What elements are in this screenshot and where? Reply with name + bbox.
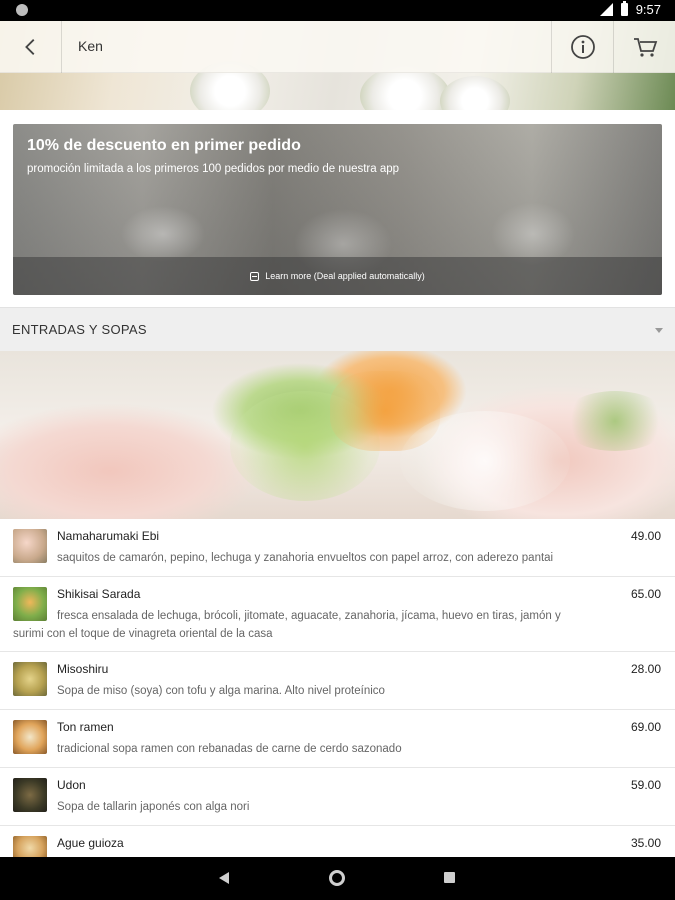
info-button[interactable] bbox=[551, 21, 613, 73]
list-item[interactable]: Udon 59.00 Sopa de tallarin japonés con … bbox=[0, 768, 675, 826]
section-image bbox=[0, 351, 675, 519]
list-item[interactable]: Shikisai Sarada 65.00 fresca ensalada de… bbox=[0, 577, 675, 652]
status-bar: 9:57 bbox=[0, 0, 675, 21]
section-header[interactable]: ENTRADAS Y SOPAS bbox=[0, 307, 675, 351]
promo-title: 10% de descuento en primer pedido bbox=[27, 137, 301, 154]
item-name: Shikisai Sarada bbox=[57, 587, 141, 601]
item-thumbnail bbox=[13, 529, 47, 563]
item-name: Ton ramen bbox=[57, 720, 114, 734]
menu-list: Namaharumaki Ebi 49.00 saquitos de camar… bbox=[0, 519, 675, 866]
list-item[interactable]: Ton ramen 69.00 tradicional sopa ramen c… bbox=[0, 710, 675, 768]
item-description-line1: fresca ensalada de lechuga, brócoli, jit… bbox=[57, 610, 561, 622]
cart-icon bbox=[633, 38, 657, 57]
signal-icon bbox=[599, 3, 613, 16]
item-price: 35.00 bbox=[630, 836, 661, 850]
item-name: Misoshiru bbox=[57, 662, 109, 676]
item-description-line2: surimi con el toque de vinagreta orienta… bbox=[13, 628, 273, 640]
battery-icon bbox=[620, 1, 628, 16]
nav-back-icon[interactable] bbox=[219, 872, 229, 884]
item-thumbnail bbox=[13, 662, 47, 696]
item-thumbnail bbox=[13, 778, 47, 812]
list-item[interactable]: Namaharumaki Ebi 49.00 saquitos de camar… bbox=[0, 519, 675, 577]
item-price: 59.00 bbox=[630, 778, 661, 792]
learn-more-label: Learn more (Deal applied automatically) bbox=[265, 271, 425, 281]
promo-subtitle: promoción limitada a los primeros 100 pe… bbox=[27, 163, 400, 175]
status-time: 9:57 bbox=[635, 2, 661, 17]
list-item[interactable]: Misoshiru 28.00 Sopa de miso (soya) con … bbox=[0, 652, 675, 710]
item-thumbnail bbox=[13, 587, 47, 621]
item-price: 49.00 bbox=[630, 529, 661, 543]
item-name: Ague guioza bbox=[57, 836, 124, 850]
page-title: Ken bbox=[78, 38, 103, 54]
section-title: ENTRADAS Y SOPAS bbox=[12, 322, 147, 337]
item-description: saquitos de camarón, pepino, lechuga y z… bbox=[57, 552, 554, 564]
item-description: tradicional sopa ramen con rebanadas de … bbox=[57, 743, 402, 755]
item-name: Namaharumaki Ebi bbox=[57, 529, 160, 543]
cart-button[interactable] bbox=[613, 21, 675, 73]
nav-recents-icon[interactable] bbox=[444, 872, 455, 883]
item-name: Udon bbox=[57, 778, 86, 792]
back-button[interactable] bbox=[0, 21, 62, 73]
info-icon bbox=[570, 35, 595, 59]
item-description: Sopa de tallarin japonés con alga nori bbox=[57, 801, 250, 813]
item-thumbnail bbox=[13, 720, 47, 754]
chevron-down-icon bbox=[655, 328, 663, 333]
nav-home-icon[interactable] bbox=[329, 870, 345, 886]
promo-card[interactable]: 10% de descuento en primer pedido promoc… bbox=[13, 124, 662, 295]
learn-more-link[interactable]: Learn more (Deal applied automatically) bbox=[13, 257, 662, 295]
item-description: Sopa de miso (soya) con tofu y alga mari… bbox=[57, 685, 385, 697]
item-price: 69.00 bbox=[630, 720, 661, 734]
status-right: 9:57 bbox=[599, 1, 661, 17]
item-price: 28.00 bbox=[630, 662, 661, 676]
system-navigation-bar bbox=[0, 857, 675, 900]
notification-icon bbox=[16, 4, 28, 16]
back-arrow-icon bbox=[24, 39, 34, 55]
plus-square-icon bbox=[250, 271, 260, 281]
item-price: 65.00 bbox=[630, 587, 661, 601]
app-header: Ken bbox=[0, 21, 675, 73]
